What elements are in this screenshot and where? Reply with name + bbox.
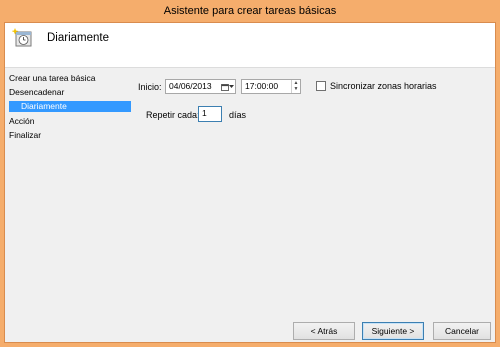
start-date-picker[interactable]: 04/06/2013 [165,79,236,94]
nav-step-label: Acción [9,116,35,126]
wizard-header: Diariamente [5,23,495,68]
sync-timezones-label[interactable]: Sincronizar zonas horarias [330,80,437,92]
nav-step-trigger[interactable]: Desencadenar [9,87,64,98]
nav-step-label: Crear una tarea básica [9,73,96,83]
nav-step-label: Desencadenar [9,87,65,97]
spin-down-icon[interactable]: ▼ [292,87,300,94]
wizard-window: Asistente para crear tareas básicas Diar… [0,0,500,347]
nav-step-create-task[interactable]: Crear una tarea básica [9,73,95,84]
next-button[interactable]: Siguiente > [362,322,424,340]
start-time-value: 17:00:00 [245,81,279,91]
repeat-unit-label: días [229,110,247,120]
page-title: Diariamente [47,32,109,44]
window-title: Asistente para crear tareas básicas [163,5,337,17]
nav-step-label: Finalizar [9,130,42,140]
repeat-every-label: Repetir cada: [146,110,200,120]
time-spinner[interactable]: ▲ ▼ [291,80,300,93]
start-time-field[interactable]: 17:00:00 ▲ ▼ [241,79,301,94]
task-scheduler-icon [12,28,32,47]
title-bar[interactable]: Asistente para crear tareas básicas [0,0,500,22]
chevron-down-icon [228,84,234,88]
nav-step-label: Diariamente [21,101,67,111]
start-label: Inicio: [138,82,162,92]
repeat-days-input[interactable]: 1 [198,106,222,122]
start-date-value: 04/06/2013 [169,81,212,91]
calendar-icon [220,83,229,91]
nav-step-action[interactable]: Acción [9,116,35,127]
calendar-dropdown-button[interactable] [219,80,235,93]
nav-step-daily[interactable]: Diariamente [9,101,131,112]
back-button-label: < Atrás [310,326,338,336]
wizard-client-area: Diariamente Crear una tarea básica Desen… [4,22,496,343]
next-button-label: Siguiente > [371,326,415,336]
nav-step-finish[interactable]: Finalizar [9,130,41,141]
sync-timezones-checkbox[interactable] [316,81,326,91]
repeat-days-value: 1 [202,108,207,118]
back-button[interactable]: < Atrás [293,322,355,340]
cancel-button-label: Cancelar [444,326,480,336]
cancel-button[interactable]: Cancelar [433,322,491,340]
